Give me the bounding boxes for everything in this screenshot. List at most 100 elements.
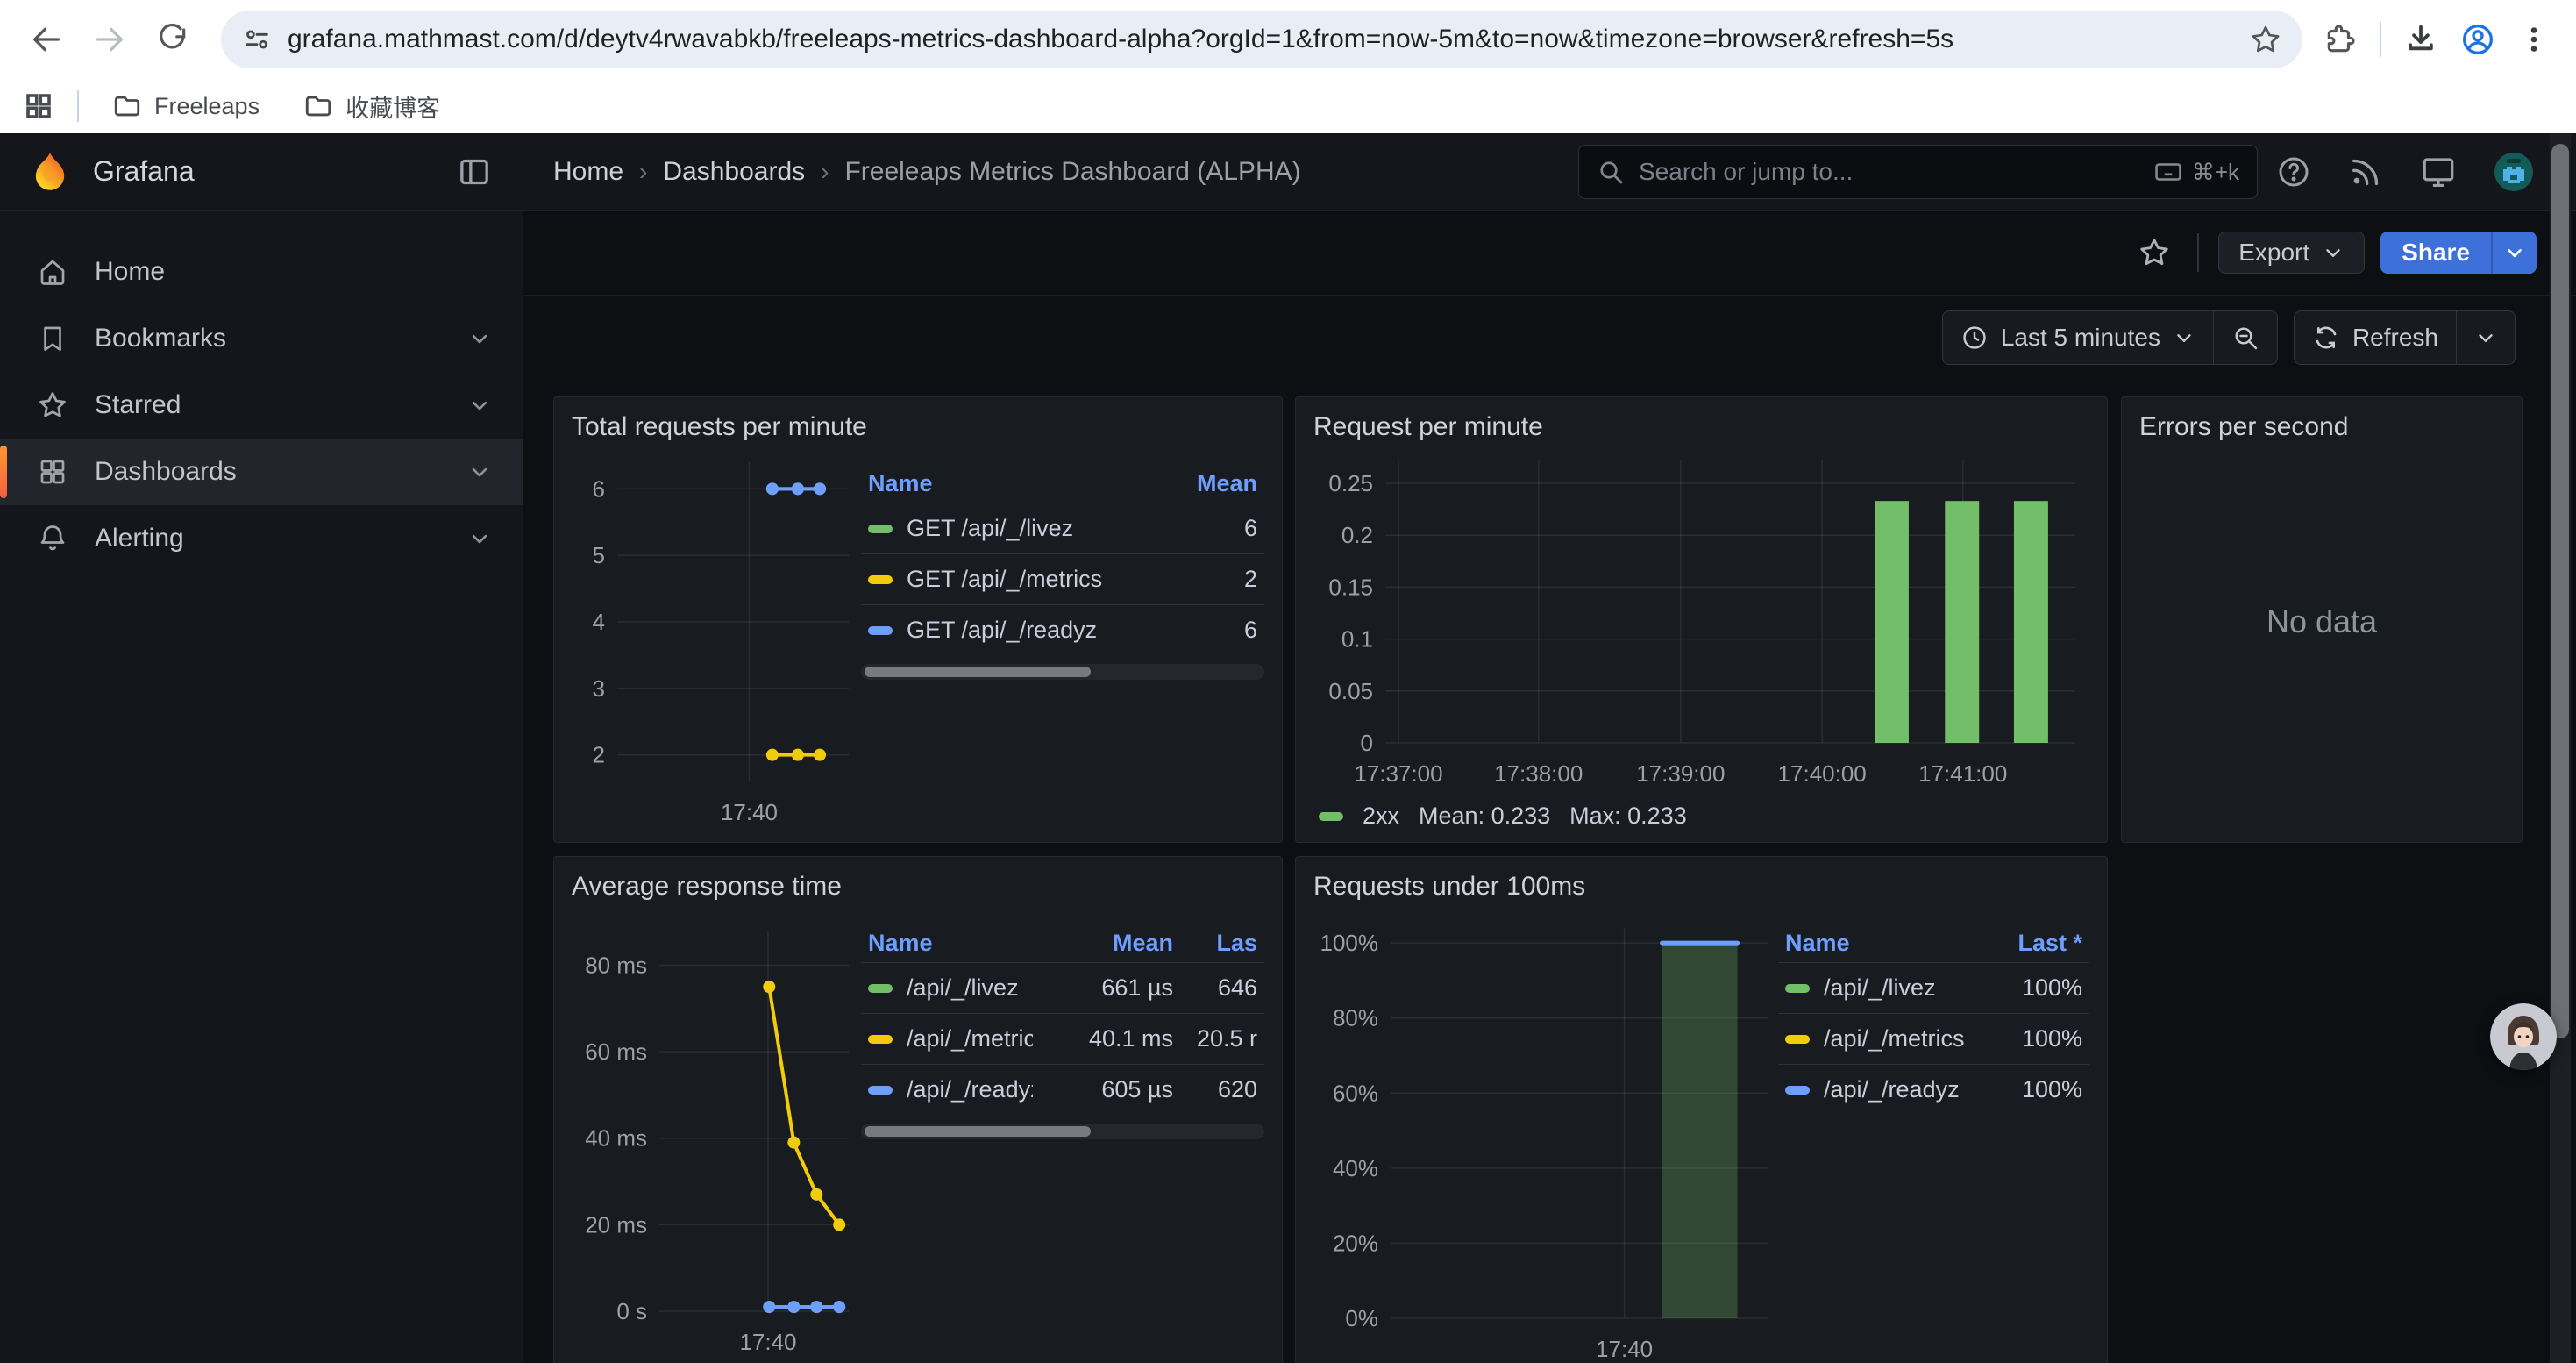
reload-icon[interactable] xyxy=(146,12,200,67)
user-avatar[interactable] xyxy=(2494,152,2534,192)
legend-series-name[interactable]: GET /api/_/readyz xyxy=(907,617,1143,644)
sidebar-item-label: Bookmarks xyxy=(95,324,441,353)
chevron-down-icon[interactable] xyxy=(467,460,492,484)
legend-series-name[interactable]: /api/_/livez xyxy=(907,974,1033,1002)
apps-grid-icon[interactable] xyxy=(23,90,54,122)
panel-request-per-minute: Request per minute 00.050.10.150.20.2517… xyxy=(1295,396,2108,843)
search-input[interactable] xyxy=(1639,158,2139,186)
assistant-avatar[interactable] xyxy=(2490,1003,2557,1070)
help-icon[interactable] xyxy=(2276,154,2311,189)
chart-requests-under-100ms[interactable]: 0%20%40%60%80%100%17:40 xyxy=(1313,906,1778,1363)
legend-scrollbar[interactable] xyxy=(861,1124,1264,1139)
legend-series-name[interactable]: /api/_/metrics xyxy=(907,1025,1033,1053)
page-scrollbar[interactable] xyxy=(2550,133,2571,1363)
panel-title[interactable]: Request per minute xyxy=(1313,408,2089,446)
time-controls: Last 5 minutes Refresh xyxy=(1942,310,2516,365)
grafana-logo-icon[interactable] xyxy=(28,150,72,194)
chart-total-requests-per-minute[interactable]: 2345617:40 xyxy=(572,446,861,824)
legend-col-name[interactable]: Name xyxy=(1785,930,1968,957)
back-icon[interactable] xyxy=(19,12,74,67)
brand-zone: Grafana xyxy=(0,150,523,194)
time-range-picker[interactable]: Last 5 minutes xyxy=(1943,311,2213,364)
legend-scrollbar[interactable] xyxy=(861,664,1264,680)
series-color-swatch[interactable] xyxy=(868,1086,893,1095)
series-color-swatch[interactable] xyxy=(868,575,893,584)
legend-series-name[interactable]: GET /api/_/metrics xyxy=(907,566,1143,593)
downloads-icon[interactable] xyxy=(2404,23,2437,56)
dock-menu-icon[interactable] xyxy=(457,154,492,189)
sidebar-item-bookmarks[interactable]: Bookmarks xyxy=(0,305,523,372)
chart-request-per-minute[interactable]: 00.050.10.150.20.2517:37:0017:38:0017:39… xyxy=(1313,446,2091,797)
legend-series-name[interactable]: /api/_/metrics xyxy=(1824,1025,1968,1053)
legend-series-name[interactable]: GET /api/_/livez xyxy=(907,515,1143,542)
chevron-down-icon xyxy=(2474,326,2497,349)
chevron-down-icon[interactable] xyxy=(467,326,492,351)
url-text[interactable]: grafana.mathmast.com/d/deytv4rwavabkb/fr… xyxy=(288,25,2234,54)
bookmark-star-icon[interactable] xyxy=(2250,24,2281,55)
site-settings-icon[interactable] xyxy=(242,25,272,54)
display-icon[interactable] xyxy=(2420,153,2457,190)
extensions-icon[interactable] xyxy=(2323,23,2357,56)
browser-actions xyxy=(2323,22,2557,57)
search-box[interactable]: ⌘+k xyxy=(1578,145,2258,199)
legend-series-name[interactable]: 2xx xyxy=(1363,803,1399,830)
legend-col-name[interactable]: Name xyxy=(868,930,1033,957)
sidebar-item-home[interactable]: Home xyxy=(0,239,523,305)
series-color-swatch[interactable] xyxy=(868,984,893,993)
bookmark-folder-freeleaps[interactable]: Freeleaps xyxy=(102,86,270,126)
refresh-interval-arrow[interactable] xyxy=(2456,311,2515,364)
breadcrumb-home[interactable]: Home xyxy=(553,157,623,187)
series-color-swatch[interactable] xyxy=(1785,984,1810,993)
legend-col-mean[interactable]: Mean xyxy=(1143,470,1257,497)
panel-title[interactable]: Total requests per minute xyxy=(572,408,1264,446)
browser-menu-icon[interactable] xyxy=(2518,24,2550,55)
series-color-swatch[interactable] xyxy=(1319,812,1343,821)
legend-col-last[interactable]: Las xyxy=(1173,930,1257,957)
profile-icon[interactable] xyxy=(2460,22,2495,57)
legend-col-last[interactable]: Last * xyxy=(1968,930,2082,957)
chevron-down-icon[interactable] xyxy=(467,526,492,551)
news-icon[interactable] xyxy=(2348,154,2383,189)
search-shortcut: ⌘+k xyxy=(2153,157,2239,187)
chart-average-response-time[interactable]: 0 s20 ms40 ms60 ms80 ms17:40 xyxy=(572,906,861,1362)
time-range-group: Last 5 minutes xyxy=(1942,310,2278,365)
svg-text:17:40: 17:40 xyxy=(739,1329,796,1355)
favorite-star-icon[interactable] xyxy=(2131,232,2178,274)
svg-text:40 ms: 40 ms xyxy=(585,1125,647,1152)
series-color-swatch[interactable] xyxy=(868,1035,893,1044)
share-menu-arrow[interactable] xyxy=(2491,232,2537,274)
series-color-swatch[interactable] xyxy=(868,525,893,533)
grafana-app: Grafana Home › Dashboards › Freeleaps Me… xyxy=(0,133,2576,1363)
sidebar-item-alerting[interactable]: Alerting xyxy=(0,505,523,572)
breadcrumb-dashboards[interactable]: Dashboards xyxy=(663,157,805,187)
series-color-swatch[interactable] xyxy=(868,626,893,635)
panel-title[interactable]: Requests under 100ms xyxy=(1313,867,2089,906)
svg-text:17:39:00: 17:39:00 xyxy=(1636,760,1725,787)
legend-series-name[interactable]: /api/_/livez xyxy=(1824,974,1968,1002)
legend-series-name[interactable]: /api/_/readyz xyxy=(1824,1076,1968,1103)
url-bar[interactable]: grafana.mathmast.com/d/deytv4rwavabkb/fr… xyxy=(221,11,2302,68)
scrollbar-thumb[interactable] xyxy=(865,1126,1091,1137)
svg-text:100%: 100% xyxy=(1320,930,1379,956)
legend-col-mean[interactable]: Mean xyxy=(1033,930,1173,957)
star-icon xyxy=(37,389,68,421)
zoom-out-button[interactable] xyxy=(2213,311,2277,364)
legend-col-name[interactable]: Name xyxy=(868,470,1143,497)
brand-name[interactable]: Grafana xyxy=(93,155,195,188)
share-button-main[interactable]: Share xyxy=(2380,232,2491,274)
scrollbar-thumb[interactable] xyxy=(2551,144,2569,1038)
series-color-swatch[interactable] xyxy=(1785,1035,1810,1044)
panel-title[interactable]: Errors per second xyxy=(2139,408,2504,446)
folder-icon xyxy=(112,91,142,121)
panel-title[interactable]: Average response time xyxy=(572,867,1264,906)
series-color-swatch[interactable] xyxy=(1785,1086,1810,1095)
sidebar-item-starred[interactable]: Starred xyxy=(0,372,523,439)
forward-icon[interactable] xyxy=(82,12,137,67)
bookmark-folder-blogs[interactable]: 收藏博客 xyxy=(293,84,451,129)
export-button[interactable]: Export xyxy=(2218,232,2365,274)
chevron-down-icon[interactable] xyxy=(467,393,492,417)
legend-series-name[interactable]: /api/_/readyz xyxy=(907,1076,1033,1103)
refresh-button[interactable]: Refresh xyxy=(2295,311,2456,364)
scrollbar-thumb[interactable] xyxy=(865,667,1091,677)
sidebar-item-dashboards[interactable]: Dashboards xyxy=(0,439,523,505)
